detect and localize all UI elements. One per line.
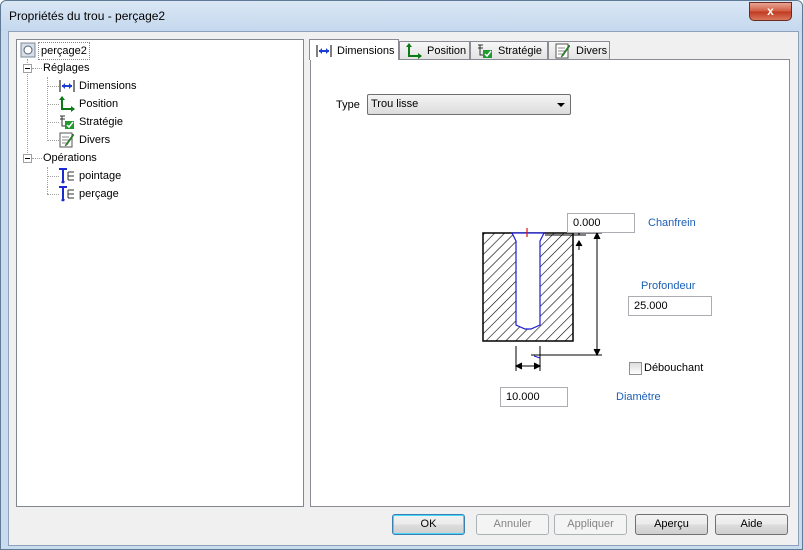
strategy-icon xyxy=(60,115,74,129)
tab-misc[interactable]: Divers xyxy=(548,41,610,59)
title-bar[interactable]: Propriétés du trou - perçage2 x xyxy=(1,1,802,31)
workpiece-section xyxy=(482,228,574,342)
diameter-dimension xyxy=(514,346,542,371)
tree-line xyxy=(47,86,59,87)
dimensions-panel: Type Trou lisse 0.000 Chanfrein Profonde… xyxy=(310,59,790,507)
preview-button[interactable]: Aperçu xyxy=(635,514,708,535)
diameter-label: Diamètre xyxy=(616,391,661,403)
tree-line xyxy=(47,187,48,194)
drill-operation-icon xyxy=(59,186,74,202)
hole-diagram xyxy=(482,226,602,371)
depth-label: Profondeur xyxy=(641,280,696,292)
tab-position[interactable]: Position xyxy=(399,41,470,59)
tree-line xyxy=(47,194,59,195)
position-icon xyxy=(59,96,75,112)
tree-line xyxy=(47,176,59,177)
close-icon: x xyxy=(767,4,774,18)
through-label: Débouchant xyxy=(644,362,704,374)
ok-button[interactable]: OK xyxy=(392,514,465,535)
tree-line xyxy=(27,59,28,163)
position-icon xyxy=(406,43,422,59)
tree-root-label: perçage2 xyxy=(38,42,90,60)
tree-line xyxy=(47,122,59,123)
dimensions-icon xyxy=(316,45,332,57)
notes-icon xyxy=(59,132,75,148)
window-title: Propriétés du trou - perçage2 xyxy=(9,9,166,23)
collapse-toggle-settings[interactable] xyxy=(23,64,32,73)
drill-operation-icon xyxy=(59,168,74,184)
cancel-button[interactable]: Annuler xyxy=(476,514,549,535)
apply-button[interactable]: Appliquer xyxy=(554,514,627,535)
settings-tree[interactable]: perçage2 Réglages Dimensions Position St… xyxy=(16,39,304,507)
tree-line xyxy=(47,104,59,105)
tree-line xyxy=(47,140,59,141)
chamfer-label: Chanfrein xyxy=(648,217,696,229)
tab-strategy[interactable]: Stratégie xyxy=(470,41,548,59)
help-button[interactable]: Aide xyxy=(715,514,788,535)
tree-line xyxy=(47,167,48,187)
through-checkbox[interactable] xyxy=(629,362,642,375)
hole-icon xyxy=(20,42,36,58)
dialog-body: perçage2 Réglages Dimensions Position St… xyxy=(8,31,799,546)
dialog-window: Propriétés du trou - perçage2 x perçage2… xyxy=(0,0,803,550)
dimensions-icon xyxy=(59,80,75,92)
chamfer-field[interactable]: 0.000 xyxy=(567,213,635,233)
diameter-field[interactable]: 10.000 xyxy=(500,387,568,407)
notes-icon xyxy=(555,43,571,59)
tree-group-operations[interactable]: Opérations xyxy=(41,150,99,166)
tree-group-settings[interactable]: Réglages xyxy=(41,60,91,76)
close-button[interactable]: x xyxy=(749,2,792,21)
strategy-icon xyxy=(478,44,492,58)
depth-field[interactable]: 25.000 xyxy=(628,296,712,316)
tab-dimensions[interactable]: Dimensions xyxy=(309,39,399,60)
collapse-toggle-operations[interactable] xyxy=(23,154,32,163)
